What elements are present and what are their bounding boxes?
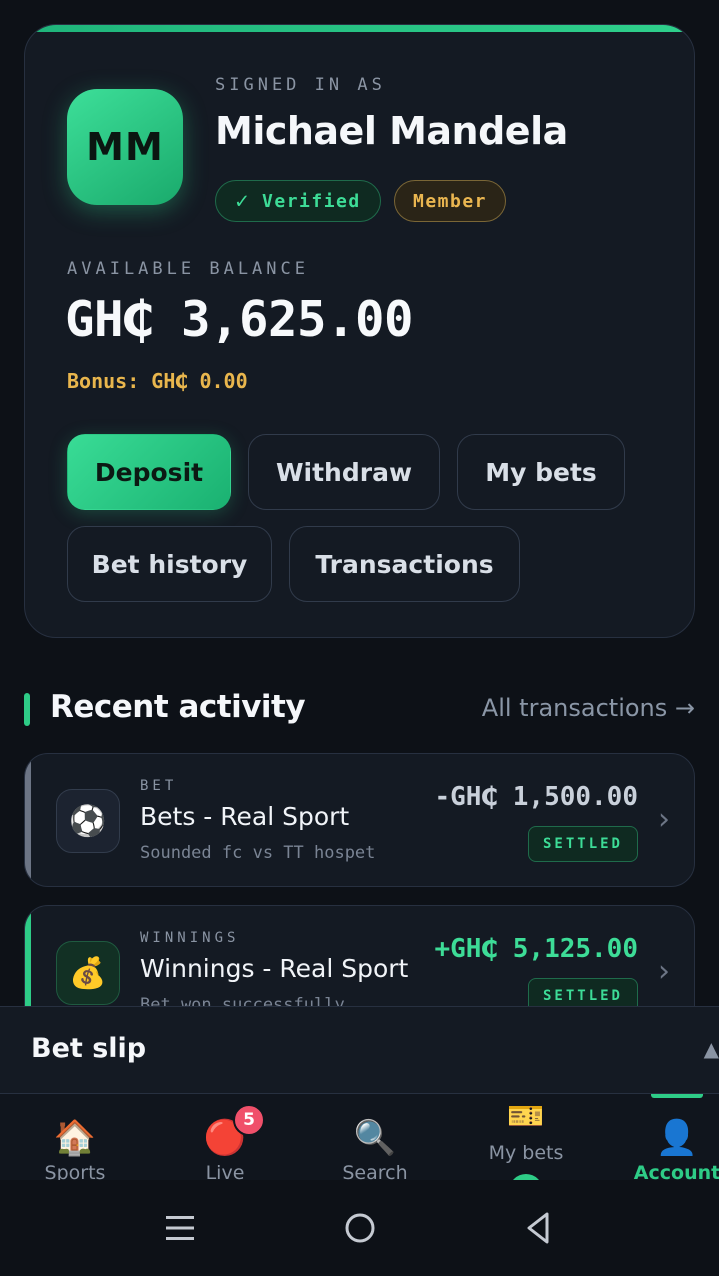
balance-label: AVAILABLE BALANCE [67, 259, 309, 279]
nav-label-sports: Sports [44, 1162, 106, 1180]
active-tab-indicator [651, 1094, 703, 1098]
member-badge: Member [394, 180, 506, 222]
back-triangle-icon[interactable] [517, 1206, 561, 1250]
activity-type: BET [140, 778, 178, 794]
activity-status-stripe [25, 754, 31, 886]
nav-label-account: Account [633, 1162, 719, 1180]
signed-in-label: SIGNED IN AS [215, 75, 386, 95]
nav-item-search[interactable]: 🔍 Search [320, 1094, 430, 1180]
transactions-button[interactable]: Transactions [289, 526, 520, 602]
activity-item[interactable]: ⚽ BET Bets - Real Sport Sounded fc vs TT… [24, 753, 695, 887]
activity-title: Winnings - Real Sport [140, 954, 409, 983]
activity-subtitle: Sounded fc vs TT hospet [140, 843, 376, 863]
profile-card-accent-bar [25, 25, 694, 32]
bet-slip-bar[interactable]: Bet slip ▲ [0, 1006, 719, 1094]
deposit-button[interactable]: Deposit [67, 434, 231, 510]
section-accent-bar [24, 693, 30, 726]
activity-title: Bets - Real Sport [140, 802, 350, 831]
recent-activity-title: Recent activity [50, 689, 306, 725]
status-badge: SETTLED [528, 826, 638, 862]
verified-badge-label: Verified [262, 190, 361, 212]
chevron-right-icon: › [658, 802, 670, 837]
bet-slip-label: Bet slip [31, 1033, 147, 1064]
soccer-ball-icon: ⚽ [56, 789, 120, 853]
nav-item-my-bets[interactable]: 🎫 My bets [470, 1094, 582, 1180]
user-icon: 👤 [655, 1118, 699, 1158]
check-icon: ✓ [235, 188, 251, 214]
money-bag-icon: 💰 [56, 941, 120, 1005]
ticket-icon: 🎫 [507, 1099, 545, 1134]
bonus-balance: Bonus: GH₵ 0.00 [67, 369, 248, 393]
chevron-up-icon[interactable]: ▲ [704, 1037, 719, 1061]
system-nav-bar [0, 1180, 719, 1276]
all-transactions-link[interactable]: All transactions → [482, 694, 695, 722]
profile-card: MM SIGNED IN AS Michael Mandela ✓ Verifi… [24, 24, 695, 638]
user-name: Michael Mandela [215, 109, 568, 153]
search-icon: 🔍 [353, 1118, 397, 1158]
nav-label-live: Live [205, 1162, 245, 1180]
recent-apps-icon[interactable] [158, 1206, 202, 1250]
live-count-badge: 5 [233, 1104, 265, 1136]
activity-type: WINNINGS [140, 930, 240, 946]
activity-amount: -GH₵ 1,500.00 [434, 782, 639, 812]
withdraw-button[interactable]: Withdraw [248, 434, 440, 510]
nav-label-search: Search [342, 1162, 408, 1180]
home-icon: 🏠 [53, 1118, 97, 1158]
chevron-right-icon: › [658, 954, 670, 989]
avatar: MM [67, 89, 183, 205]
home-circle-icon[interactable] [338, 1206, 382, 1250]
nav-item-live[interactable]: 🔴 5 Live [170, 1094, 280, 1180]
nav-item-account[interactable]: 👤 Account [620, 1094, 719, 1180]
bet-history-button[interactable]: Bet history [67, 526, 272, 602]
verified-badge: ✓ Verified [215, 180, 381, 222]
balance-value: GH₵ 3,625.00 [65, 291, 414, 348]
bottom-nav: 🏠 Sports 🔴 5 Live 🔍 Search 🎫 My bets 👤 A… [0, 1094, 719, 1180]
nav-label-my-bets: My bets [488, 1142, 564, 1164]
nav-item-sports[interactable]: 🏠 Sports [20, 1094, 130, 1180]
activity-amount: +GH₵ 5,125.00 [434, 934, 639, 964]
my-bets-button[interactable]: My bets [457, 434, 625, 510]
